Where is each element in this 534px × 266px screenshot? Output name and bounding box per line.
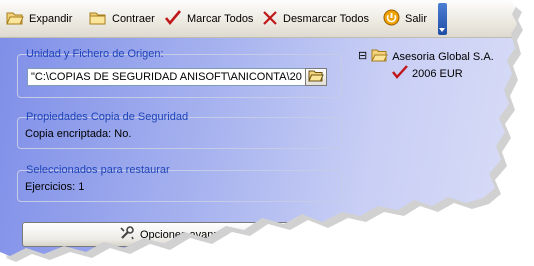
toolbar-overflow-button[interactable] xyxy=(438,3,447,35)
tree-root-label: Asesoria Global S.A. xyxy=(392,50,494,63)
chevron-down-icon xyxy=(439,28,445,32)
tree-expander[interactable]: ⊟ xyxy=(358,51,367,62)
collapse-button[interactable]: Contraer xyxy=(89,9,155,29)
origin-group-title: Unidad y Fichero de Origen: xyxy=(26,48,164,60)
exit-icon xyxy=(383,9,400,29)
origin-path-field[interactable]: "C:\COPIAS DE SEGURIDAD ANISOFT\ANICONTA… xyxy=(27,68,319,86)
restore-selected-group: Seleccionados para restaurar Ejercicios:… xyxy=(17,164,342,202)
tree-root[interactable]: ⊟ Asesoria Global S.A. xyxy=(358,48,494,65)
exit-button[interactable]: Salir xyxy=(383,9,427,29)
exit-label: Salir xyxy=(405,13,428,25)
encrypted-label: Copia encriptada: xyxy=(25,128,112,140)
checkmark-icon xyxy=(164,9,182,29)
collapse-label: Contraer xyxy=(112,13,155,25)
cross-icon xyxy=(262,10,278,29)
tree-item-label: 2006 EUR xyxy=(412,67,463,80)
expand-label: Expandir xyxy=(29,13,73,25)
exercises-row: Ejercicios: 1 xyxy=(25,181,84,193)
restore-selected-title: Seleccionados para restaurar xyxy=(26,164,170,176)
backup-properties-group: Propiedades Copia de Seguridad Copia enc… xyxy=(17,111,342,149)
tools-icon xyxy=(119,225,135,244)
exercises-value: 1 xyxy=(78,181,85,193)
origin-path-value: "C:\COPIAS DE SEGURIDAD ANISOFT\ANICONTA… xyxy=(31,71,302,83)
unmark-all-button[interactable]: Desmarcar Todos xyxy=(262,9,369,29)
encrypted-row: Copia encriptada: No. xyxy=(25,128,131,140)
origin-group: Unidad y Fichero de Origen: "C:\COPIAS D… xyxy=(17,48,342,98)
folder-open-icon xyxy=(6,10,24,29)
encrypted-value: No. xyxy=(114,128,132,140)
folder-icon xyxy=(89,10,107,29)
checked-icon xyxy=(392,65,408,82)
tree-item-2006-eur[interactable]: 2006 EUR xyxy=(392,65,463,82)
backup-properties-title: Propiedades Copia de Seguridad xyxy=(26,111,189,123)
tree-root-folder-icon xyxy=(371,48,389,65)
mark-all-button[interactable]: Marcar Todos xyxy=(164,9,253,29)
exercises-label: Ejercicios: xyxy=(25,181,76,193)
browse-folder-icon xyxy=(308,69,324,85)
browse-button[interactable] xyxy=(305,68,327,86)
unmark-all-label: Desmarcar Todos xyxy=(283,13,369,25)
toolbar: Expandir Contraer Marcar Todos Desmarcar… xyxy=(0,0,517,38)
mark-all-label: Marcar Todos xyxy=(187,13,254,25)
expand-button[interactable]: Expandir xyxy=(6,9,72,29)
